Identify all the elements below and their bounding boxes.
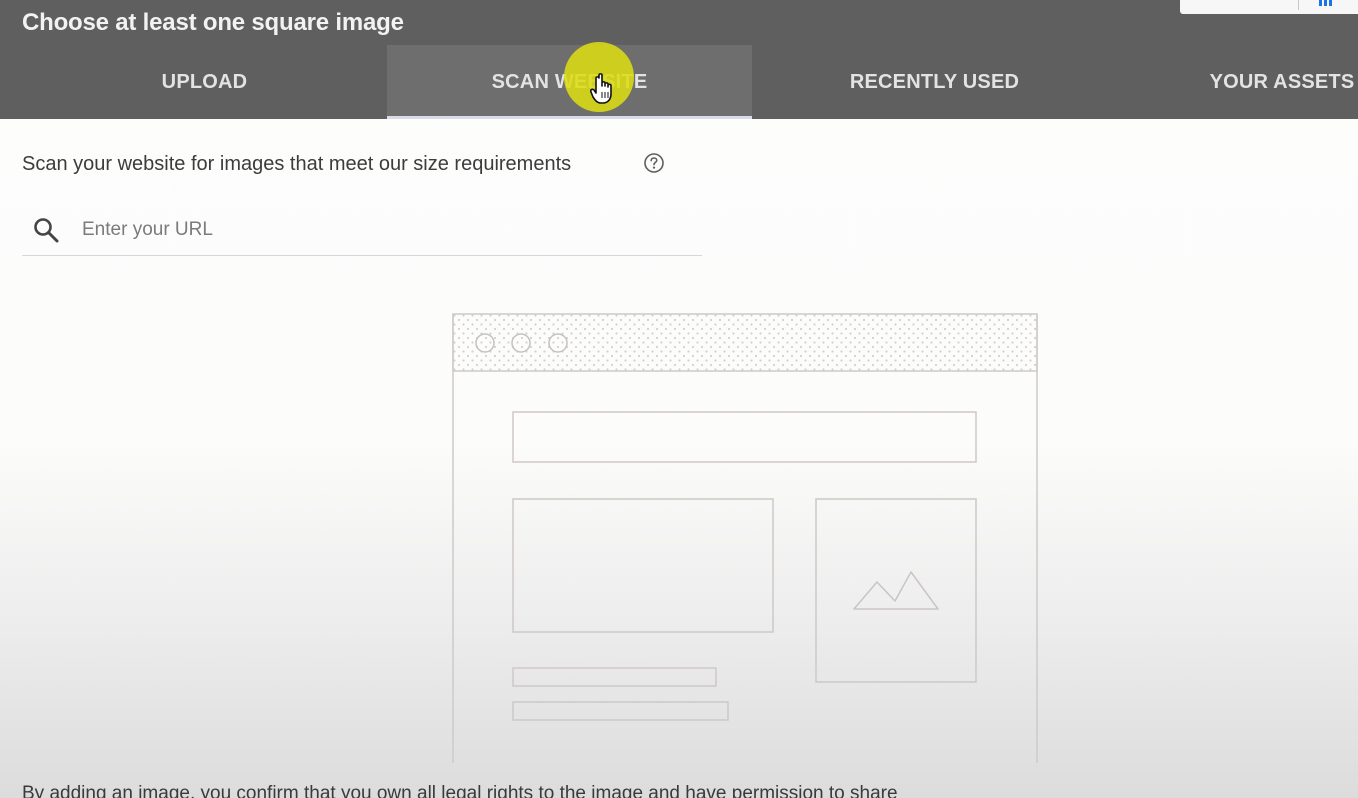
legal-disclaimer: By adding an image, you confirm that you…	[22, 783, 898, 798]
tab-recently-used-label: RECENTLY USED	[849, 70, 1020, 93]
active-tab-indicator	[387, 116, 752, 119]
url-search-field[interactable]	[22, 203, 702, 256]
corner-toolbar	[1180, 0, 1358, 14]
tab-recently-used[interactable]: RECENTLY USED	[752, 45, 1117, 119]
tab-upload-label: UPLOAD	[161, 70, 248, 93]
tab-upload[interactable]: UPLOAD	[22, 45, 387, 119]
dialog-header: Choose at least one square image UPLOAD …	[0, 0, 1358, 119]
help-circle-icon[interactable]	[643, 152, 665, 174]
url-input[interactable]	[82, 211, 682, 249]
tab-your-assets-label: YOUR ASSETS	[1209, 70, 1355, 93]
search-icon	[34, 218, 59, 243]
toolbar-divider	[1298, 0, 1299, 10]
hand-pointer-icon	[590, 73, 612, 104]
website-scan-illustration	[452, 313, 1038, 763]
tab-your-assets[interactable]: YOUR ASSETS	[1117, 45, 1358, 119]
scan-description: Scan your website for images that meet o…	[22, 153, 572, 175]
bar-chart-icon[interactable]	[1319, 0, 1333, 6]
dialog-title: Choose at least one square image	[22, 9, 404, 36]
